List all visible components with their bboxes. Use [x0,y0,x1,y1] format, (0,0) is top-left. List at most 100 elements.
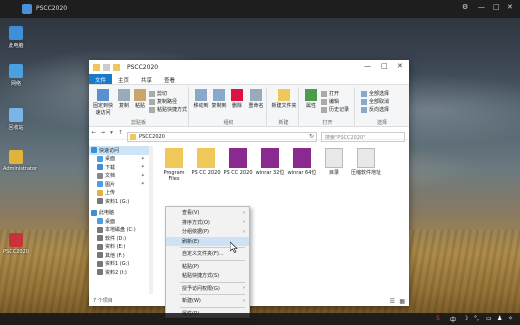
clipboard-group-label: 剪贴板 [130,120,146,126]
file-item[interactable]: PS CC 2020 [191,148,221,176]
menu-item-sort-by[interactable]: 排序方式(O) › [166,218,249,228]
close-icon[interactable]: ✕ [397,62,403,70]
forward-icon[interactable]: → [98,130,107,136]
quick-access-toolbar-icon[interactable] [103,63,110,71]
properties-button[interactable]: 属性 [303,89,319,109]
open-button[interactable]: 打开 [321,90,339,97]
pin-icon: ✦ [140,181,145,188]
viewer-settings-icon[interactable]: ⚙ [462,3,468,11]
select-none-button[interactable]: 全部取消 [361,98,389,105]
desktop-icon-pscc2020[interactable]: PSCC2020 [3,233,29,255]
sidebar-item-pictures[interactable]: 图片 ✦ [89,180,149,189]
rename-icon [250,89,262,101]
file-item[interactable]: 压缩软件地址 [351,148,381,176]
search-input[interactable]: 搜索"PSCC2020" [321,132,405,142]
sidebar-item-this-pc[interactable]: 此电脑 [89,209,149,218]
invert-selection-button[interactable]: 反向选择 [361,106,389,113]
tray-keyboard-icon[interactable]: ▭ [486,315,492,322]
menu-item-give-access[interactable]: 授予访问权限(G) › [166,284,249,294]
viewer-tab-title[interactable]: PSCC2020 [36,5,67,12]
cut-button[interactable]: 剪切 [149,90,167,97]
viewer-maximize-icon[interactable]: □ [493,3,500,11]
sidebar-item-drive-i[interactable]: 资料2 (I:) [89,268,149,277]
desktop-icon-this-pc[interactable]: 此电脑 [3,26,29,49]
pin-quick-access-button[interactable]: 固定到快速访问 [91,89,115,116]
delete-button[interactable]: 删除 [229,89,245,109]
sidebar-item-drive-f[interactable]: 其他 (F:) [89,251,149,260]
sidebar-item-quick-access[interactable]: 快速访问 [89,146,149,155]
file-item[interactable]: winrar 32位 [255,148,285,176]
tray-chinese-icon[interactable]: 中 [450,315,456,324]
computer-icon [9,26,23,40]
address-bar[interactable]: PSCC2020 ↻ [127,132,317,142]
properties-label: 属性 [305,103,316,109]
rename-button[interactable]: 重命名 [247,89,265,109]
file-item[interactable]: 目录 [319,148,349,176]
folder-icon [165,148,183,168]
open-group-label: 打开 [322,120,333,126]
paste-button[interactable]: 粘贴 [133,89,147,109]
drive-icon [97,260,103,267]
tab-share[interactable]: 共享 [135,74,158,84]
sidebar-item-downloads[interactable]: 下载 ✦ [89,163,149,172]
sidebar-item-drive-g[interactable]: 资料1 (G:) [89,197,149,206]
minimize-icon[interactable]: — [364,62,371,70]
desktop-icon-recycle-bin[interactable]: 回收站 [3,108,29,131]
sidebar-item-label: 此电脑 [99,210,115,217]
menu-item-group-by[interactable]: 分组依据(P) › [166,227,249,237]
sidebar-item-drive-d[interactable]: 软件 (D:) [89,234,149,243]
desktop-icon-label: PSCC2020 [3,249,29,255]
recent-locations-icon[interactable]: ▾ [107,130,116,136]
ime-icon[interactable]: S [436,315,440,322]
sidebar-item-drive-c[interactable]: 本地磁盘 (C:) [89,226,149,235]
tray-user-icon[interactable]: ♟ [497,315,502,322]
copy-to-button[interactable]: 复制到 [211,89,227,109]
paste-shortcut-button[interactable]: 粘贴快捷方式 [149,106,187,113]
large-icons-view-icon[interactable]: ▦ [399,298,405,305]
menu-item-view[interactable]: 查看(V) › [166,208,249,218]
drive-icon [97,269,103,276]
mouse-cursor-icon [230,242,238,253]
tab-home[interactable]: 主页 [112,74,135,84]
drive-icon [97,252,103,259]
up-icon[interactable]: ↑ [116,130,125,136]
select-all-button[interactable]: 全部选择 [361,90,389,97]
back-icon[interactable]: ← [89,130,98,136]
sidebar-item-upload[interactable]: 上传 [89,189,149,198]
history-button[interactable]: 历史记录 [321,106,349,113]
sidebar-item-desktop[interactable]: 桌面 ✦ [89,155,149,164]
new-folder-icon[interactable] [113,63,120,71]
refresh-icon[interactable]: ↻ [309,133,314,140]
navigation-scrollbar[interactable] [149,146,153,294]
file-item[interactable]: winrar 64位 [287,148,317,176]
open-group: 属性 打开 编辑 历史记录 打开 [301,87,355,126]
tray-settings-icon[interactable]: ✧ [508,315,513,322]
copy-path-button[interactable]: 复制路径 [149,98,177,105]
sidebar-item-drive-e[interactable]: 资料 (E:) [89,243,149,252]
viewer-close-icon[interactable]: ✕ [507,3,513,11]
sidebar-item-drive-g2[interactable]: 资料1 (G:) [89,260,149,269]
details-view-icon[interactable]: ☰ [390,298,395,305]
sidebar-item-desktop-pc[interactable]: 桌面 [89,217,149,226]
file-item[interactable]: PS CC 2020 [223,148,253,176]
tab-file[interactable]: 文件 [89,74,113,84]
tray-moon-icon[interactable]: ☽ [463,315,468,322]
paste-icon [134,89,146,101]
file-name: PS CC 2020 [223,170,253,176]
desktop-icon-user[interactable]: Administrator [3,150,37,172]
new-folder-button[interactable]: 新建文件夹 [271,89,297,109]
menu-item-paste[interactable]: 粘贴(P) [166,262,249,272]
move-to-button[interactable]: 移动到 [193,89,209,109]
viewer-minimize-icon[interactable]: — [478,3,485,11]
tray-punctuation-icon[interactable]: °, [474,315,479,322]
copy-button[interactable]: 复制 [117,89,131,109]
file-item[interactable]: Program Files [159,148,189,182]
cut-label: 剪切 [157,91,168,97]
desktop-icon-network[interactable]: 网络 [3,64,29,87]
edit-button[interactable]: 编辑 [321,98,339,105]
menu-item-new[interactable]: 新建(W) › [166,296,249,306]
maximize-icon[interactable]: □ [381,62,388,70]
menu-item-paste-shortcut[interactable]: 粘贴快捷方式(S) [166,271,249,281]
tab-view[interactable]: 查看 [158,74,181,84]
sidebar-item-documents[interactable]: 文档 ✦ [89,172,149,181]
